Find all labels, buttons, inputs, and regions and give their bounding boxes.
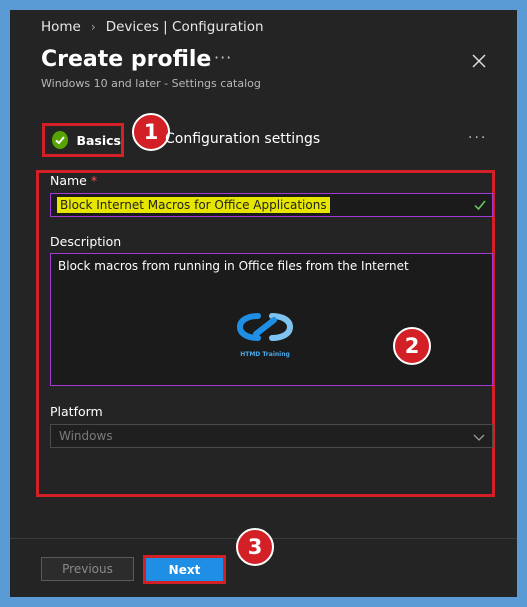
page-subtitle: Windows 10 and later - Settings catalog [41, 77, 261, 90]
checkmark-icon [474, 200, 486, 211]
tab-configuration-settings[interactable]: Configuration settings [165, 131, 320, 147]
callout-badge-3: 3 [236, 528, 274, 566]
tab-basics-label: Basics [76, 132, 121, 148]
next-button-highlight: Next [143, 555, 226, 584]
more-steps-button[interactable]: ··· [468, 130, 487, 146]
next-button[interactable]: Next [146, 558, 223, 581]
chevron-down-icon [473, 434, 485, 441]
breadcrumb-home[interactable]: Home [41, 19, 81, 35]
htmd-training-logo: HTMD Training [230, 308, 300, 360]
page-title: Create profile [41, 47, 212, 72]
create-profile-panel: Home › Devices | Configuration Create pr… [10, 10, 517, 597]
platform-value: Windows [59, 429, 113, 443]
breadcrumb-devices-configuration[interactable]: Devices | Configuration [106, 19, 264, 35]
callout-badge-2: 2 [393, 327, 431, 365]
platform-select[interactable]: Windows [50, 424, 493, 448]
check-circle-icon [52, 131, 69, 149]
close-icon[interactable] [470, 52, 488, 70]
required-asterisk: * [90, 173, 98, 188]
breadcrumb: Home › Devices | Configuration [41, 19, 264, 35]
breadcrumb-separator: › [90, 20, 96, 34]
tab-basics[interactable]: Basics [42, 123, 124, 157]
platform-label: Platform [50, 404, 103, 419]
previous-button[interactable]: Previous [41, 557, 134, 581]
description-label: Description [50, 234, 122, 249]
name-label-text: Name [50, 173, 87, 188]
logo-text: HTMD Training [240, 351, 290, 358]
name-label: Name * [50, 173, 97, 188]
name-input[interactable]: Block Internet Macros for Office Applica… [50, 193, 493, 217]
name-value: Block Internet Macros for Office Applica… [57, 197, 330, 213]
htmd-logo-icon [236, 313, 294, 341]
more-options-button[interactable]: ··· [214, 48, 232, 67]
